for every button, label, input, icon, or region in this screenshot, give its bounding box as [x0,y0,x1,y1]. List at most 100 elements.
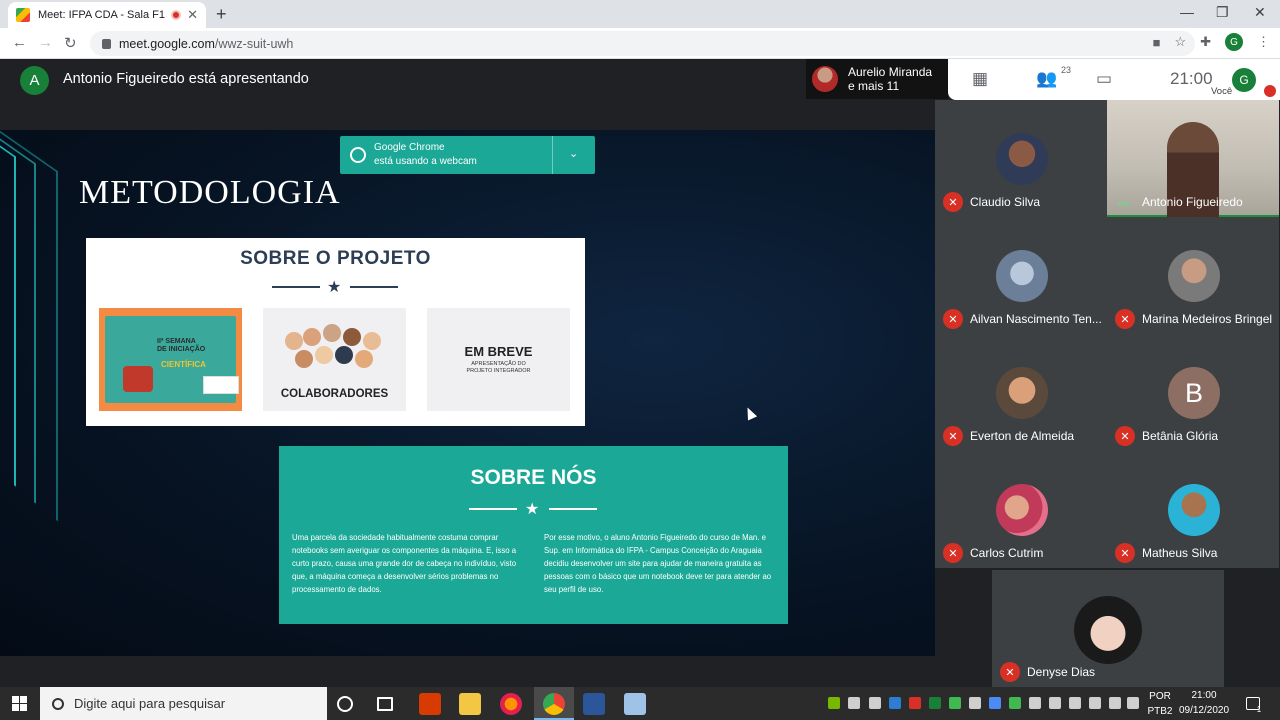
participant-tile[interactable]: ✕ Everton de Almeida [935,334,1107,451]
notepad-icon[interactable] [624,693,646,715]
taskbar-active-app[interactable] [534,687,574,720]
firefox-icon[interactable] [500,693,522,715]
participant-name: Ailvan Nascimento Ten... [970,312,1102,326]
pinned-more: e mais 11 [848,79,900,93]
mic-off-icon: ✕ [943,192,963,212]
people-illustration [283,322,387,378]
participant-tile[interactable]: ✕ Claudio Silva [935,100,1107,217]
participant-initial-avatar: B [1168,367,1220,419]
cortana-icon[interactable] [337,696,353,712]
reload-icon[interactable]: ↻ [64,34,77,52]
coming-soon-thumbnail: EM BREVE APRESENTAÇÃO DO PROJETO INTEGRA… [427,308,570,411]
bluetooth-tray-icon[interactable] [989,697,1001,709]
camera-icon[interactable]: ■ [1153,35,1161,50]
pinned-avatar [812,66,838,92]
participant-avatar [996,484,1048,536]
participant-avatar [996,367,1048,419]
address-bar[interactable]: meet.google.com/wwz-suit-uwh [90,31,1195,56]
nvidia-tray-icon[interactable] [828,697,840,709]
self-avatar[interactable]: G [1232,68,1256,92]
participant-avatar [1074,596,1142,664]
windows-icon[interactable] [12,696,27,711]
science-week-line1: IIª SEMANA [157,338,196,345]
maximize-button[interactable]: ❐ [1216,4,1229,21]
star-icon: ★ [327,279,342,296]
star-icon[interactable]: ☆ [1174,34,1186,50]
minimize-button[interactable]: — [1180,4,1194,20]
profile-avatar[interactable]: G [1225,33,1243,51]
participant-name: Matheus Silva [1142,546,1218,560]
chat-icon[interactable]: ▭ [1096,69,1112,89]
onedrive-tray-icon[interactable] [848,697,860,709]
url-domain: meet.google.com [119,36,215,51]
battery-tray-icon[interactable] [1089,697,1101,709]
word-icon[interactable] [583,693,605,715]
app-tray-icon[interactable] [1029,697,1041,709]
person-icon [323,324,341,342]
mic-off-icon: ✕ [1115,426,1135,446]
participant-tile[interactable]: ✕ Matheus Silva [1107,451,1279,568]
extensions-icon[interactable]: ✚ [1200,34,1211,50]
app-tray-icon[interactable] [909,697,921,709]
pinned-participant[interactable]: Aurelio Miranda e mais 11 [806,59,948,99]
tab-close-icon[interactable]: ✕ [187,7,198,23]
security-tray-icon[interactable] [1009,697,1021,709]
menu-icon[interactable]: ⋮ [1257,34,1270,50]
cloud-tray-icon[interactable] [1049,697,1061,709]
ifpa-logo [203,376,239,394]
windows-taskbar: Digite aqui para pesquisar POR PTB2 21:0… [0,687,1280,720]
participant-tile[interactable]: ✕ Denyse Dias [992,570,1224,687]
app-tray-icon[interactable] [1069,697,1081,709]
chevron-down-icon[interactable]: ⌄ [569,147,578,160]
folder-icon[interactable] [459,693,481,715]
participant-count: 23 [1061,65,1072,75]
window-close-button[interactable]: ✕ [1254,4,1266,21]
microphone-tray-icon[interactable] [869,697,881,709]
coming-soon-title: EM BREVE [464,344,533,359]
science-week-title: IIª SEMANA DE INICIAÇÃO [157,338,205,354]
app-tray-icon[interactable] [949,697,961,709]
browser-toolbar: ← → ↻ meet.google.com/wwz-suit-uwh ■ ☆ ✚… [0,28,1280,59]
chrome-icon [543,693,565,715]
self-label: Você [1211,86,1233,97]
participant-tile[interactable]: B ✕ Betânia Glória [1107,334,1279,451]
collaborators-thumbnail: COLABORADORES [263,308,406,411]
participant-tile[interactable]: ✕ Marina Medeiros Bringel [1107,217,1279,334]
participant-tile[interactable]: ✕ Carlos Cutrim [935,451,1107,568]
person-icon [355,350,373,368]
participant-tile-speaking[interactable]: ••• Antonio Figueiredo [1107,100,1279,217]
participant-avatar [1168,484,1220,536]
app-tray-icon[interactable] [889,697,901,709]
mic-off-icon: ✕ [943,426,963,446]
keyboard-language[interactable]: POR PTB2 [1146,691,1174,718]
webcam-notification[interactable]: Google Chrome está usando a webcam ⌄ [340,136,595,174]
app-tray-icon[interactable] [929,697,941,709]
mic-off-icon: ✕ [943,543,963,563]
about-us-card: SOBRE NÓS ★ Uma parcela da sociedade hab… [279,446,788,624]
back-icon[interactable]: ← [12,34,27,51]
volume-tray-icon[interactable] [1127,697,1139,709]
participant-tile[interactable]: ✕ Ailvan Nascimento Ten... [935,217,1107,334]
pinned-name: Aurelio Miranda [848,65,933,79]
windows-logo-pane [20,696,27,703]
browser-tab[interactable]: Meet: IFPA CDA - Sala F186M ✕ [8,2,206,28]
screen: Meet: IFPA CDA - Sala F186M ✕ + — ❐ ✕ ← … [0,0,1280,720]
person-icon [285,332,303,350]
toast-separator [552,136,553,174]
people-icon[interactable]: 👥 [1036,69,1057,89]
windows-logo-pane [12,696,19,703]
participant-name: Claudio Silva [970,195,1041,209]
office-icon[interactable] [419,693,441,715]
app-tray-icon[interactable] [969,697,981,709]
new-tab-button[interactable]: + [216,4,227,25]
presenter-status: Antonio Figueiredo está apresentando [63,71,309,87]
taskbar-search-box[interactable]: Digite aqui para pesquisar [40,687,327,720]
language-code: POR [1149,691,1171,702]
system-clock[interactable]: 21:00 09/12/2020 [1178,690,1230,717]
science-week-thumbnail: IIª SEMANA DE INICIAÇÃO CIENTÍFICA [99,308,242,411]
grid-off-icon[interactable]: ▦ [972,69,988,89]
forward-icon[interactable]: → [38,34,53,51]
task-view-icon[interactable] [377,697,393,711]
pinned-label: Aurelio Miranda e mais 11 [848,65,932,93]
wifi-tray-icon[interactable] [1109,697,1121,709]
